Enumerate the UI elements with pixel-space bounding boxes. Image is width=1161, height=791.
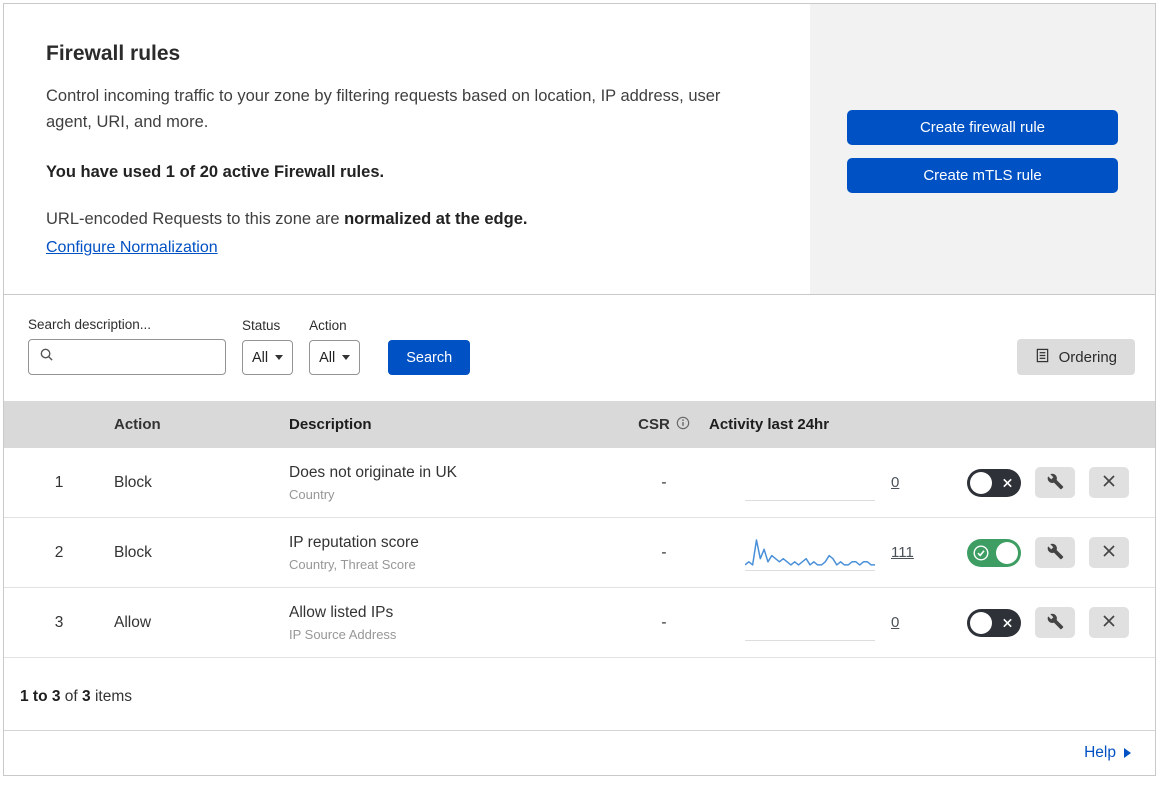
search-button[interactable]: Search xyxy=(388,340,471,375)
wrench-icon xyxy=(1047,543,1064,563)
col-action-header: Action xyxy=(114,416,161,433)
chevron-down-icon xyxy=(342,355,351,360)
rule-controls xyxy=(943,607,1155,638)
rule-description-cell: Allow listed IPs IP Source Address xyxy=(289,604,619,642)
list-icon xyxy=(1035,348,1050,367)
table-row: 3 Allow Allow listed IPs IP Source Addre… xyxy=(4,588,1155,658)
rule-csr: - xyxy=(661,543,667,561)
action-label: Action xyxy=(309,318,347,333)
intro-section: Firewall rules Control incoming traffic … xyxy=(4,4,1155,295)
rule-enabled-toggle[interactable] xyxy=(967,468,1021,497)
wrench-icon xyxy=(1047,613,1064,633)
help-link[interactable]: Help xyxy=(1084,744,1131,762)
search-input-box[interactable] xyxy=(28,339,226,375)
toggle-knob xyxy=(970,611,992,634)
activity-count-link[interactable]: 0 xyxy=(891,474,899,491)
status-filter-group: Status All xyxy=(242,318,294,375)
status-label: Status xyxy=(242,318,281,333)
close-icon xyxy=(1102,544,1116,561)
col-description-header: Description xyxy=(289,416,372,433)
normalization-note: URL-encoded Requests to this zone are no… xyxy=(46,210,528,229)
wrench-icon xyxy=(1047,473,1064,493)
rule-action: Allow xyxy=(114,613,152,631)
rule-activity-cell: 0 xyxy=(709,605,943,641)
search-label: Search description... xyxy=(28,317,152,332)
search-icon xyxy=(39,347,54,367)
intro-text: Firewall rules Control incoming traffic … xyxy=(4,4,810,294)
usage-summary: You have used 1 of 20 active Firewall ru… xyxy=(46,163,385,182)
action-filter-group: Action All xyxy=(309,318,361,375)
firewall-rules-page: Firewall rules Control incoming traffic … xyxy=(3,3,1156,776)
rule-activity-cell: 0 xyxy=(709,465,943,501)
rule-enabled-toggle[interactable] xyxy=(967,608,1021,637)
rule-fields: Country xyxy=(289,486,335,502)
page-description: Control incoming traffic to your zone by… xyxy=(46,87,721,131)
rule-action: Block xyxy=(114,543,152,561)
rule-controls xyxy=(943,537,1155,568)
rule-priority: 1 xyxy=(54,473,64,491)
filter-bar: Search description... Status All Action … xyxy=(4,295,1155,401)
delete-rule-button[interactable] xyxy=(1089,607,1129,638)
action-select[interactable]: All xyxy=(309,340,361,375)
close-icon xyxy=(1102,614,1116,631)
col-activity-header: Activity last 24hr xyxy=(709,416,830,433)
pagination-range: 1 to 3 xyxy=(20,688,61,705)
rule-fields: Country, Threat Score xyxy=(289,556,416,572)
search-group: Search description... xyxy=(28,317,226,375)
rule-fields: IP Source Address xyxy=(289,626,397,642)
actions-panel: Create firewall rule Create mTLS rule xyxy=(810,4,1155,294)
rule-csr: - xyxy=(661,473,667,491)
rule-description-cell: IP reputation score Country, Threat Scor… xyxy=(289,534,619,572)
chevron-right-icon xyxy=(1124,748,1131,758)
toggle-knob xyxy=(970,471,992,494)
col-csr-header: CSR xyxy=(619,416,709,434)
rule-enabled-toggle[interactable] xyxy=(967,538,1021,567)
configure-normalization-link[interactable]: Configure Normalization xyxy=(46,239,218,257)
activity-sparkline xyxy=(745,465,875,501)
rule-activity-cell: 111 xyxy=(709,535,943,571)
activity-sparkline xyxy=(745,605,875,641)
edit-rule-button[interactable] xyxy=(1035,607,1075,638)
rule-description: IP reputation score xyxy=(289,533,419,551)
rule-priority: 2 xyxy=(54,543,64,561)
activity-sparkline xyxy=(745,535,875,571)
rule-description: Allow listed IPs xyxy=(289,603,394,621)
ordering-button[interactable]: Ordering xyxy=(1016,339,1135,375)
rule-description-cell: Does not originate in UK Country xyxy=(289,464,619,502)
help-bar: Help xyxy=(4,730,1155,775)
delete-rule-button[interactable] xyxy=(1089,467,1129,498)
table-row: 1 Block Does not originate in UK Country… xyxy=(4,448,1155,518)
rule-description: Does not originate in UK xyxy=(289,463,458,481)
close-icon xyxy=(1102,474,1116,491)
pagination-total: 3 xyxy=(82,688,91,705)
chevron-down-icon xyxy=(275,355,284,360)
search-input[interactable] xyxy=(62,349,215,365)
rule-csr: - xyxy=(661,613,667,631)
rule-priority: 3 xyxy=(54,613,64,631)
create-firewall-rule-button[interactable]: Create firewall rule xyxy=(847,110,1118,145)
rule-action: Block xyxy=(114,473,152,491)
create-mtls-rule-button[interactable]: Create mTLS rule xyxy=(847,158,1118,193)
page-title: Firewall rules xyxy=(46,42,181,65)
rule-controls xyxy=(943,467,1155,498)
table-row: 2 Block IP reputation score Country, Thr… xyxy=(4,518,1155,588)
activity-count-link[interactable]: 0 xyxy=(891,614,899,631)
activity-count-link[interactable]: 111 xyxy=(891,544,914,561)
pagination-summary: 1 to 3 of 3 items xyxy=(20,688,133,705)
edit-rule-button[interactable] xyxy=(1035,467,1075,498)
toggle-knob xyxy=(996,541,1018,564)
edit-rule-button[interactable] xyxy=(1035,537,1075,568)
table-header: Action Description CSR Activity last 24h… xyxy=(4,401,1155,448)
delete-rule-button[interactable] xyxy=(1089,537,1129,568)
info-icon[interactable] xyxy=(676,416,690,434)
status-select[interactable]: All xyxy=(242,340,294,375)
